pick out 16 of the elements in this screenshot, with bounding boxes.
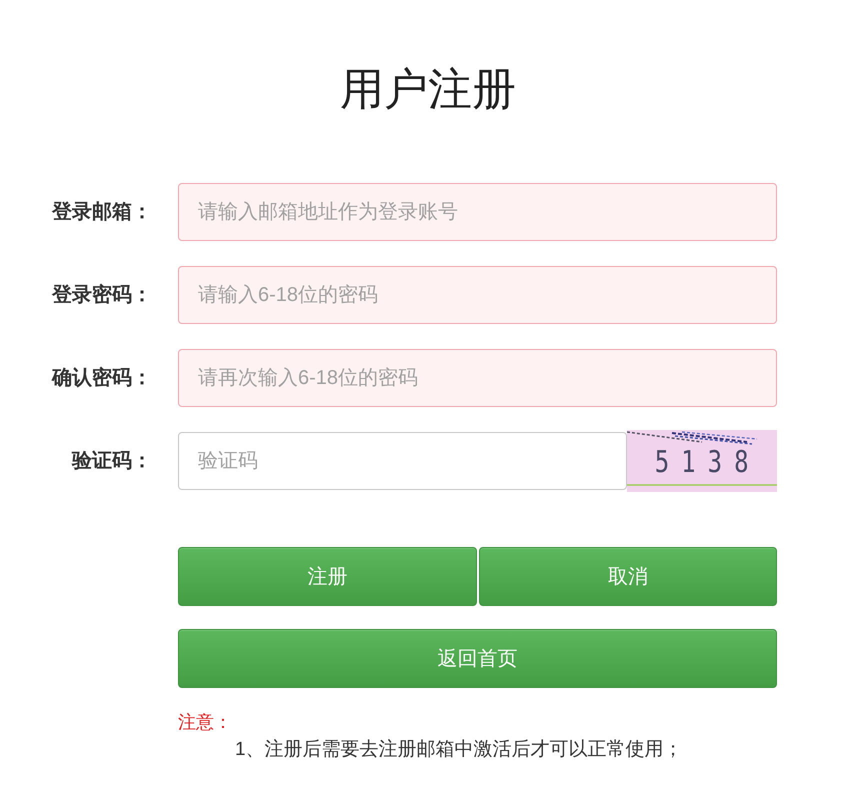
input-field[interactable]: 请再次输入6-18位的密码 (178, 349, 777, 407)
page-title: 用户注册 (339, 64, 516, 116)
notice-text: 1、注册后需要去注册邮箱中激活后才可以正常使用； (235, 738, 683, 762)
field-label: 登录密码： (52, 282, 152, 308)
captcha-image[interactable]: 5138 (627, 430, 777, 492)
notice-heading: 注意： (178, 711, 232, 734)
action-button[interactable]: 注册 (178, 547, 476, 606)
field-label: 确认密码： (52, 366, 152, 391)
input-field[interactable]: 请输入邮箱地址作为登录账号 (178, 183, 777, 241)
action-button[interactable]: 取消 (478, 547, 777, 606)
captcha-code: 5138 (654, 446, 761, 480)
input-field[interactable]: 请输入6-18位的密码 (178, 266, 777, 324)
action-button[interactable]: 返回首页 (178, 629, 777, 688)
captcha-input-field[interactable]: 验证码 (178, 432, 627, 490)
field-label: 登录邮箱： (52, 200, 152, 225)
field-label: 验证码： (72, 449, 152, 474)
